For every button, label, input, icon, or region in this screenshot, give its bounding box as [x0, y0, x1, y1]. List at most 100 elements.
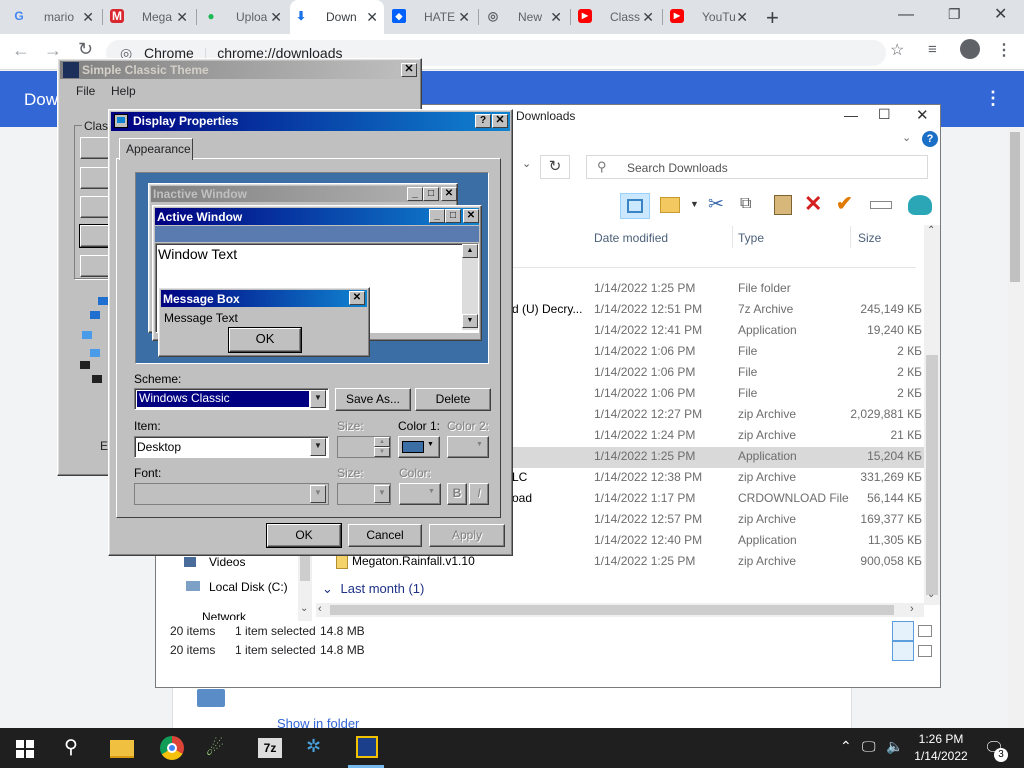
tab-upload[interactable]: ● Uploa ✕: [200, 0, 288, 34]
delete-button[interactable]: Delete: [415, 388, 491, 411]
network-icon[interactable]: 🖵: [862, 738, 876, 755]
tab-downloads[interactable]: ⬇ Down ✕: [290, 0, 384, 34]
bookmark-star-icon[interactable]: ☆: [890, 40, 904, 60]
tab-close-icon[interactable]: ✕: [736, 9, 748, 26]
tab-youtube[interactable]: ▶ YouTu ✕: [666, 0, 754, 34]
tab-close-icon[interactable]: ✕: [458, 9, 470, 26]
scroll-left-icon[interactable]: ‹: [318, 603, 322, 615]
refresh-icon[interactable]: ↻: [540, 155, 570, 179]
copy-icon[interactable]: ⧉: [740, 195, 751, 213]
options-icon[interactable]: [908, 195, 932, 215]
minimize-icon[interactable]: —: [844, 107, 858, 123]
minimize-icon[interactable]: —: [898, 6, 914, 24]
7zip-taskbar-icon[interactable]: 7z: [258, 738, 282, 758]
row-date: 1/14/2022 12:38 PM: [594, 470, 703, 484]
tab-dropbox[interactable]: ◆ HATE ✕: [388, 0, 476, 34]
app-taskbar-icon[interactable]: ☄: [206, 736, 224, 761]
nav-item-network[interactable]: Network: [202, 610, 246, 620]
close-icon[interactable]: ✕: [492, 114, 508, 128]
volume-icon[interactable]: 🔈: [886, 738, 903, 755]
tab-close-icon[interactable]: ✕: [366, 9, 378, 26]
view-pane-icon[interactable]: [620, 193, 650, 219]
paste-icon[interactable]: [774, 195, 792, 215]
tab-close-icon[interactable]: ✕: [270, 9, 282, 26]
menu-kebab-icon[interactable]: ⋮: [996, 40, 1012, 60]
scheme-select[interactable]: Windows Classic ▼: [134, 388, 329, 410]
sct-titlebar[interactable]: Simple Classic Theme ✕: [60, 61, 419, 79]
help-icon[interactable]: ?: [922, 131, 938, 147]
tab-appearance[interactable]: Appearance: [119, 138, 193, 160]
maximize-icon[interactable]: ☐: [878, 106, 891, 123]
delete-icon[interactable]: ✕: [804, 191, 822, 217]
item-select[interactable]: Desktop ▼: [134, 436, 329, 458]
list-scroll-thumb[interactable]: [926, 355, 938, 595]
back-icon[interactable]: ←: [12, 40, 30, 61]
properties-icon[interactable]: [870, 201, 892, 209]
horizontal-scrollbar[interactable]: ‹ ›: [316, 603, 924, 617]
column-date-modified[interactable]: Date modified: [594, 226, 668, 250]
profile-avatar-icon[interactable]: [960, 39, 980, 59]
chevron-up-icon[interactable]: ⌃: [840, 738, 852, 755]
list-scrollbar[interactable]: ⌃ ⌄: [924, 225, 940, 605]
tab-close-icon[interactable]: ✕: [176, 9, 188, 26]
tab-youtube-class[interactable]: ▶ Class ✕: [574, 0, 660, 34]
new-tab-icon[interactable]: +: [766, 5, 779, 31]
chrome-taskbar-icon[interactable]: [160, 736, 184, 760]
tab-close-icon[interactable]: ✕: [82, 9, 94, 26]
chevron-down-icon[interactable]: ▼: [310, 438, 326, 456]
help-icon[interactable]: ?: [475, 114, 491, 128]
cancel-button[interactable]: Cancel: [348, 524, 422, 547]
chevron-down-icon[interactable]: ⌄: [902, 131, 911, 144]
folder-icon[interactable]: [660, 197, 680, 213]
scroll-up-icon[interactable]: ⌃: [927, 225, 935, 236]
tab-close-icon[interactable]: ✕: [550, 9, 562, 26]
dropdown-arrow-icon[interactable]: ▼: [690, 199, 699, 209]
ok-button[interactable]: OK: [266, 523, 342, 548]
save-as-button[interactable]: Save As...: [335, 388, 411, 411]
blue-app-taskbar-icon[interactable]: ✲: [306, 736, 321, 757]
page-scrollbar-thumb[interactable]: [1010, 132, 1020, 282]
chevron-down-icon[interactable]: ▼: [310, 390, 326, 408]
nav-item-videos[interactable]: Videos: [209, 555, 245, 569]
clock-time[interactable]: 1:26 PM: [918, 732, 964, 746]
tab-mega[interactable]: M Mega ✕: [106, 0, 194, 34]
tab-google[interactable]: G mario ✕: [8, 0, 100, 34]
close-icon[interactable]: ✕: [916, 106, 929, 124]
column-type[interactable]: Type: [738, 226, 764, 250]
reading-list-icon[interactable]: ≡: [928, 41, 937, 58]
clock-date[interactable]: 1/14/2022: [912, 749, 970, 763]
scroll-right-icon[interactable]: ›: [910, 603, 914, 615]
tab-close-icon[interactable]: ✕: [642, 9, 654, 26]
column-size[interactable]: Size: [858, 226, 881, 250]
search-box[interactable]: ⚲ Search Downloads: [586, 155, 928, 179]
restore-icon[interactable]: ❐: [948, 6, 961, 23]
details-view-icon[interactable]: [892, 641, 914, 661]
cut-icon[interactable]: ✂: [708, 193, 724, 216]
large-icons-view-icon[interactable]: [918, 645, 932, 657]
group-header[interactable]: ⌄ Last month (1): [322, 581, 424, 597]
page-title: Dow: [24, 90, 59, 109]
details-view-icon[interactable]: [892, 621, 914, 641]
youtube-icon: ▶: [670, 9, 684, 23]
downloads-menu-icon[interactable]: ⋮: [984, 88, 1002, 109]
menu-help[interactable]: Help: [111, 84, 136, 98]
close-icon[interactable]: ✕: [994, 4, 1007, 24]
scheme-preview[interactable]: Inactive Window _ □ ✕ Active Window _ □ …: [135, 172, 489, 364]
menu-file[interactable]: File: [76, 84, 95, 98]
close-icon[interactable]: ✕: [401, 63, 417, 77]
address-dropdown-icon[interactable]: ⌄: [522, 157, 531, 170]
tab-new[interactable]: ◎ New ✕: [482, 0, 568, 34]
start-windows-icon[interactable]: [16, 740, 34, 758]
search-icon[interactable]: ⚲: [64, 736, 78, 759]
scroll-down-icon[interactable]: ⌄: [927, 589, 935, 600]
dp-titlebar[interactable]: Display Properties ? ✕: [111, 112, 510, 131]
reload-icon[interactable]: ↻: [78, 39, 93, 60]
file-explorer-icon[interactable]: [110, 740, 134, 758]
rename-icon[interactable]: ✔: [836, 191, 853, 216]
nav-item-local-disk[interactable]: Local Disk (C:): [209, 580, 288, 594]
display-props-taskbar-icon[interactable]: [356, 736, 378, 758]
h-scroll-thumb[interactable]: [330, 605, 894, 615]
nav-scrollbar[interactable]: ⌄: [298, 549, 312, 621]
color1-picker[interactable]: ▼: [398, 436, 440, 458]
large-icons-view-icon[interactable]: [918, 625, 932, 637]
